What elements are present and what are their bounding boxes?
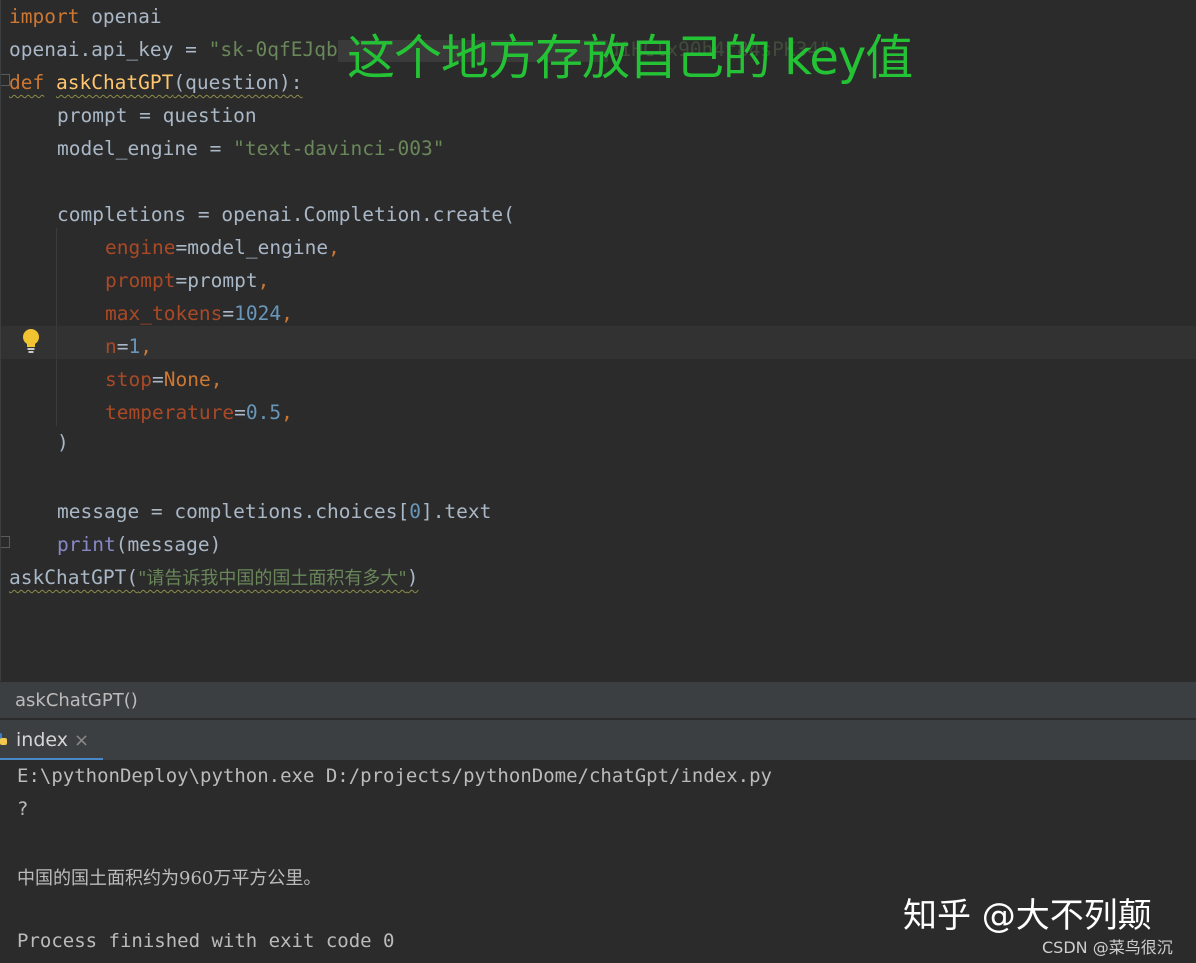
param-token: temperature bbox=[105, 401, 235, 424]
comma-token: , bbox=[328, 236, 340, 259]
code-line-4[interactable]: prompt = question bbox=[57, 99, 257, 132]
breadcrumb[interactable]: askChatGPT() bbox=[0, 681, 1196, 718]
param-token: prompt bbox=[105, 269, 176, 292]
comma-token: , bbox=[281, 401, 293, 424]
code-token: = bbox=[151, 368, 164, 391]
keyword-token: def bbox=[9, 71, 45, 94]
console-line: E:\pythonDeploy\python.exe D:/projects/p… bbox=[17, 765, 772, 787]
number-token: 1 bbox=[128, 335, 141, 358]
breadcrumb-item[interactable]: askChatGPT() bbox=[15, 690, 138, 711]
fold-icon[interactable] bbox=[1, 536, 10, 548]
code-token: completions = openai.Completion.create( bbox=[57, 203, 515, 226]
code-line-13[interactable]: temperature=0.5, bbox=[105, 396, 293, 429]
code-token: model_engine = bbox=[57, 137, 234, 160]
code-token: = bbox=[234, 401, 246, 424]
code-line-9[interactable]: prompt=prompt, bbox=[105, 264, 269, 297]
code-line-8[interactable]: engine=model_engine, bbox=[105, 231, 340, 264]
lightbulb-icon[interactable] bbox=[21, 328, 41, 354]
builtin-token: print bbox=[57, 533, 116, 556]
annotation-overlay: 这个地方存放自己的 key值 bbox=[347, 30, 913, 86]
code-token: (message) bbox=[115, 533, 222, 556]
code-line-7[interactable]: completions = openai.Completion.create( bbox=[57, 198, 515, 231]
console-line: ? bbox=[17, 798, 29, 820]
zhihu-watermark: 知乎 @大不列颠 bbox=[903, 896, 1152, 936]
param-token: max_tokens bbox=[105, 302, 223, 325]
code-line-5[interactable]: model_engine = "text-davinci-003" bbox=[57, 132, 444, 165]
console-line: Process finished with exit code 0 bbox=[17, 930, 395, 952]
tab-label: index bbox=[16, 729, 68, 751]
code-token: prompt = question bbox=[57, 104, 257, 127]
comma-token: , bbox=[140, 335, 152, 358]
tab-index[interactable]: index × bbox=[0, 720, 104, 761]
code-line-12[interactable]: stop=None, bbox=[105, 363, 222, 396]
string-token: "text-davinci-003" bbox=[233, 137, 445, 160]
code-line-18[interactable]: askChatGPT("请告诉我中国的国土面积有多大") bbox=[9, 561, 418, 594]
code-token: openai bbox=[79, 5, 162, 28]
run-tab-bar: index × bbox=[0, 718, 1196, 761]
code-token: ) bbox=[406, 566, 419, 589]
console-line: 中国的国土面积约为960万平方公里。 bbox=[17, 868, 322, 889]
code-line-10[interactable]: max_tokens=1024, bbox=[105, 297, 293, 330]
python-icon bbox=[0, 733, 7, 745]
code-token: openai.api_key = bbox=[9, 38, 209, 61]
code-token: = bbox=[222, 302, 235, 325]
code-token: =model_engine bbox=[175, 236, 329, 259]
indent-guide bbox=[56, 228, 57, 426]
keyword-token: import bbox=[9, 5, 80, 28]
code-line-17[interactable]: print(message) bbox=[57, 528, 221, 561]
param-token: engine bbox=[105, 236, 176, 259]
comma-token: , bbox=[257, 269, 270, 292]
code-token: =prompt bbox=[175, 269, 258, 292]
comma-token: , bbox=[281, 302, 293, 325]
keyword-token: None bbox=[163, 368, 211, 391]
comma-token: , bbox=[210, 368, 223, 391]
current-line-highlight bbox=[1, 326, 1196, 359]
number-token: 0.5 bbox=[245, 401, 282, 424]
code-token: message = completions.choices[ bbox=[57, 500, 410, 523]
code-line-1[interactable]: import openai bbox=[9, 0, 162, 33]
code-token: askChatGPT( bbox=[9, 566, 139, 589]
close-icon[interactable]: × bbox=[74, 730, 89, 751]
param-token: stop bbox=[105, 368, 152, 391]
string-token: "sk-0qfEJqb bbox=[208, 38, 338, 61]
csdn-watermark: CSDN @菜鸟很沉 bbox=[1042, 938, 1173, 957]
function-name: askChatGPT bbox=[55, 71, 174, 94]
number-token: 1024 bbox=[234, 302, 282, 325]
code-line-16[interactable]: message = completions.choices[0].text bbox=[57, 495, 491, 528]
code-line-14[interactable]: ) bbox=[57, 426, 69, 459]
code-token: ].text bbox=[420, 500, 492, 523]
code-token: (question): bbox=[173, 71, 303, 94]
code-token: = bbox=[116, 335, 129, 358]
code-line-3[interactable]: def askChatGPT(question): bbox=[9, 66, 303, 99]
number-token: 0 bbox=[409, 500, 421, 523]
code-token: ) bbox=[57, 431, 69, 454]
param-token: n bbox=[105, 335, 117, 358]
code-editor[interactable]: import openai openai.api_key = "sk-0qfEJ… bbox=[0, 0, 1196, 681]
string-token: "请告诉我中国的国土面积有多大" bbox=[138, 568, 407, 589]
code-line-11[interactable]: n=1, bbox=[105, 330, 152, 363]
